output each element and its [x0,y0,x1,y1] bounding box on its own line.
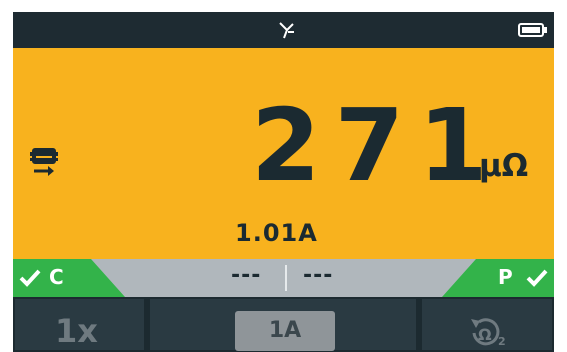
svg-text:2: 2 [498,335,506,348]
current-range-pill: 1A [235,311,335,351]
top-status-bar [13,12,554,48]
softkey-bar: 1x 1A Ω 2 [13,297,554,352]
probe-icon [30,148,58,176]
multiplier-label: 1x [55,312,98,350]
resistance-value: 271 [251,87,502,204]
bluetooth-icon [279,22,294,39]
check-icon [526,269,548,287]
current-lead-status: C [13,259,125,297]
current-range-softkey[interactable]: 1A [148,297,418,352]
status-bar: C --- --- P [13,259,554,297]
reset-softkey[interactable]: Ω 2 [420,297,554,352]
divider [285,265,287,291]
measurement-display: 271 µΩ 1.01A [13,48,554,259]
reading-left: --- [231,263,262,288]
potential-lead-status: P [442,259,554,297]
svg-text:Ω: Ω [478,325,492,344]
potential-lead-label: P [498,265,513,289]
check-icon [19,269,41,287]
meter-screen: 271 µΩ 1.01A C --- --- P 1x 1A Ω 2 [13,12,554,352]
current-lead-label: C [49,265,64,289]
test-current-value: 1.01A [235,219,318,247]
reading-right: --- [303,263,334,288]
current-range-label: 1A [268,318,302,343]
reset-icon: Ω 2 [471,318,506,348]
multiplier-softkey[interactable]: 1x [13,297,146,352]
resistance-unit: µΩ [479,148,529,184]
battery-icon [518,23,547,37]
